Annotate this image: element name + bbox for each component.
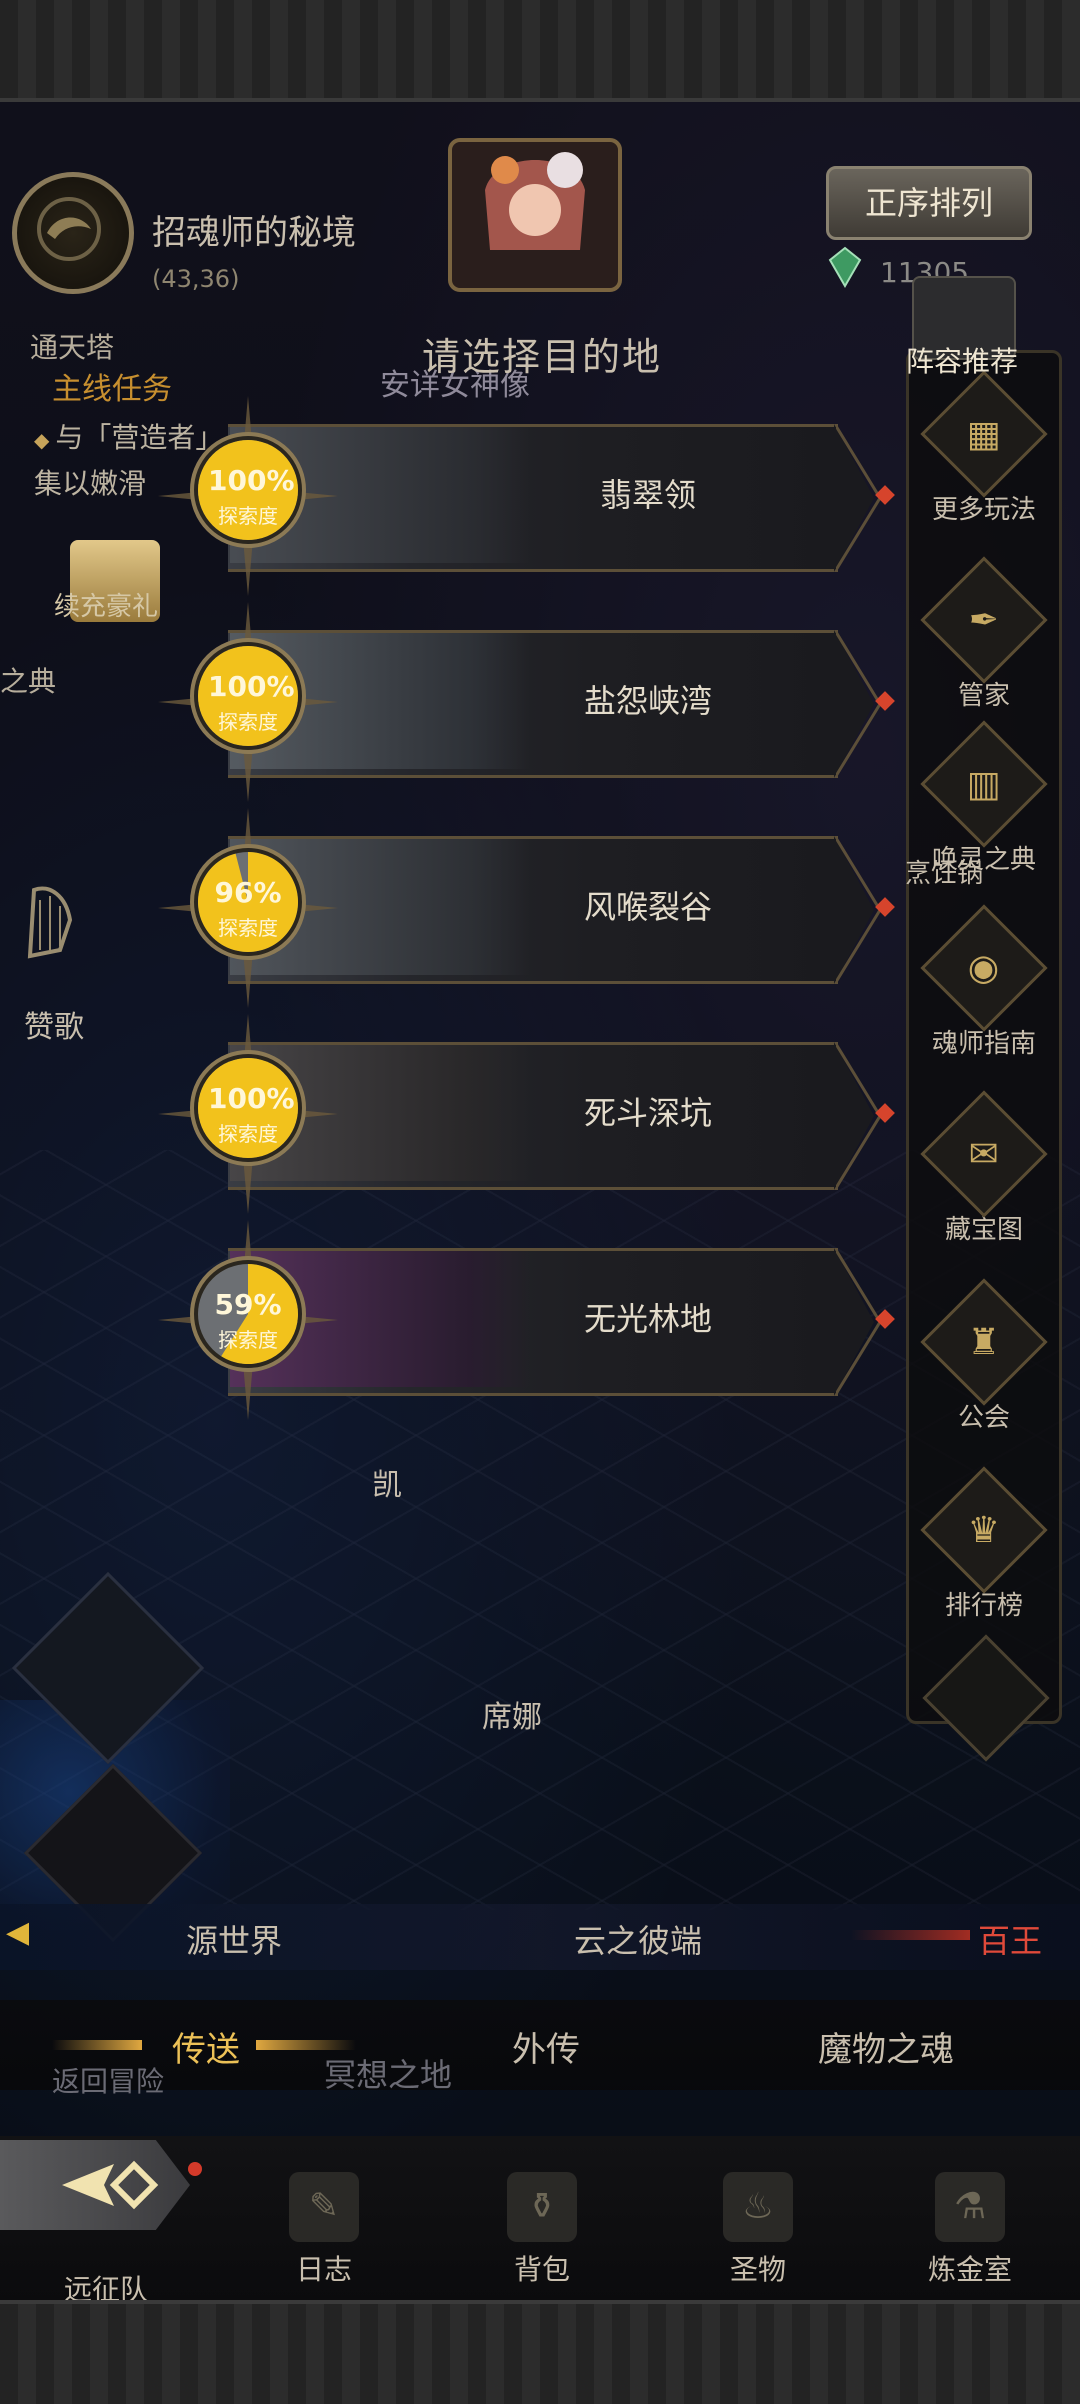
exploration-percent: 59% bbox=[214, 1288, 282, 1321]
exploration-percent: 96% bbox=[214, 876, 282, 909]
tab-deco bbox=[850, 1930, 970, 1940]
exploration-label: 探索度 bbox=[218, 916, 278, 940]
portal-icon[interactable] bbox=[12, 172, 134, 294]
lineup-recommend-label[interactable]: 阵容推荐 bbox=[906, 340, 1018, 380]
expedition-icon[interactable] bbox=[54, 2150, 164, 2220]
nav-relic[interactable]: ♨ 圣物 bbox=[688, 2172, 828, 2288]
active-tab-deco-left bbox=[52, 2040, 142, 2050]
relic-icon: ♨ bbox=[723, 2172, 793, 2242]
sidebar-item-more-modes[interactable]: ▦ 更多玩法 bbox=[909, 370, 1059, 526]
destination-title: 请选择目的地 bbox=[422, 335, 663, 379]
gift-box-icon: ▦ bbox=[920, 370, 1048, 498]
journal-icon: ✎ bbox=[289, 2172, 359, 2242]
tab-source-world[interactable]: 源世界 bbox=[186, 1916, 282, 1962]
destination-name: 盐怨峡湾 bbox=[583, 682, 712, 720]
guild-icon: ♜ bbox=[920, 1278, 1048, 1406]
destination-card[interactable]: 盐怨峡湾 100% 探索度 bbox=[158, 602, 898, 802]
tower-label[interactable]: 通天塔 bbox=[30, 326, 114, 366]
backpack-icon: ⚱ bbox=[507, 2172, 577, 2242]
npc-xina-label[interactable]: 席娜 bbox=[482, 1692, 542, 1736]
exploration-percent: 100% bbox=[208, 464, 295, 497]
sidebar-item-treasure-map[interactable]: ✉ 藏宝图 bbox=[909, 1090, 1059, 1246]
sidebar-item-leaderboard[interactable]: ♛ 排行榜 bbox=[909, 1466, 1059, 1622]
exploration-label: 探索度 bbox=[218, 504, 278, 528]
nav-journal[interactable]: ✎ 日志 bbox=[254, 2172, 394, 2288]
diamond-bullet-icon: ◆ bbox=[34, 428, 50, 452]
exploration-percent: 100% bbox=[208, 670, 295, 703]
return-adventure-label[interactable]: 返回冒险 bbox=[52, 2060, 164, 2100]
treasure-map-icon: ✉ bbox=[920, 1090, 1048, 1218]
top-frame bbox=[0, 0, 1080, 102]
tab-side-story[interactable]: 外传 bbox=[512, 2022, 580, 2071]
notification-dot bbox=[188, 2162, 202, 2176]
meditation-label[interactable]: 冥想之地 bbox=[324, 2050, 452, 2096]
nav-backpack[interactable]: ⚱ 背包 bbox=[472, 2172, 612, 2288]
destination-card[interactable]: 风喉裂谷 96% 探索度 bbox=[158, 808, 898, 1008]
npc-kai-label[interactable]: 凯 bbox=[372, 1460, 402, 1504]
harp-icon[interactable] bbox=[20, 880, 80, 960]
praise-label[interactable]: 赞歌 bbox=[24, 1002, 84, 1046]
exploration-label: 探索度 bbox=[218, 1122, 278, 1146]
destination-card[interactable]: 死斗深坑 100% 探索度 bbox=[158, 1014, 898, 1214]
exploration-percent: 100% bbox=[208, 1082, 295, 1115]
sidebar-item-cooking-pot[interactable]: 烹饪锅 bbox=[905, 843, 1059, 890]
right-sidebar: ▦ 更多玩法 ✒ 管家 ▥ 唤灵之典 烹饪锅 ◉ 魂师指南 ✉ 藏宝图 ♜ 公会… bbox=[905, 350, 1062, 1762]
tab-monster-soul[interactable]: 魔物之魂 bbox=[818, 2022, 954, 2071]
character-portrait-icon bbox=[448, 138, 622, 292]
destination-name: 翡翠领 bbox=[599, 476, 696, 514]
codex-label: 之典 bbox=[0, 665, 57, 698]
exploration-label: 探索度 bbox=[218, 710, 278, 734]
tab-hundred-kings[interactable]: 百王 bbox=[978, 1916, 1042, 1962]
sidebar-item-soul-guide[interactable]: ◉ 魂师指南 bbox=[909, 904, 1059, 1060]
book-icon: ▥ bbox=[920, 720, 1048, 848]
destination-card[interactable]: 翡翠领 100% 探索度 bbox=[158, 396, 898, 596]
main-quest-title[interactable]: 主线任务 bbox=[52, 364, 172, 408]
alchemy-icon: ⚗ bbox=[935, 2172, 1005, 2242]
tab-teleport[interactable]: 传送 bbox=[172, 2022, 240, 2071]
trophy-icon: ♛ bbox=[920, 1466, 1048, 1594]
sort-button[interactable]: 正序排列 bbox=[826, 166, 1032, 240]
bottom-frame bbox=[0, 2300, 1080, 2404]
butler-icon: ✒ bbox=[920, 556, 1048, 684]
nav-alchemy[interactable]: ⚗ 炼金室 bbox=[900, 2172, 1040, 2288]
sidebar-item-butler[interactable]: ✒ 管家 bbox=[909, 556, 1059, 712]
tab-beyond-clouds[interactable]: 云之彼端 bbox=[574, 1916, 702, 1962]
sidebar-item-guild[interactable]: ♜ 公会 bbox=[909, 1278, 1059, 1434]
portal-coordinates: (43,36) bbox=[152, 265, 240, 293]
emerald-icon bbox=[828, 246, 862, 288]
destination-name: 风喉裂谷 bbox=[583, 888, 712, 926]
destination-name: 死斗深坑 bbox=[583, 1094, 712, 1132]
exploration-label: 探索度 bbox=[218, 1328, 278, 1352]
chevron-left-icon[interactable]: ◀ bbox=[6, 1915, 29, 1950]
portal-name: 招魂师的秘境 bbox=[152, 213, 356, 253]
gift-label[interactable]: 续充豪礼 bbox=[54, 586, 158, 623]
destination-name: 无光林地 bbox=[583, 1300, 712, 1338]
destination-card[interactable]: 无光林地 59% 探索度 bbox=[158, 1220, 898, 1420]
guide-icon: ◉ bbox=[920, 904, 1048, 1032]
active-tab-deco-right bbox=[256, 2040, 356, 2050]
